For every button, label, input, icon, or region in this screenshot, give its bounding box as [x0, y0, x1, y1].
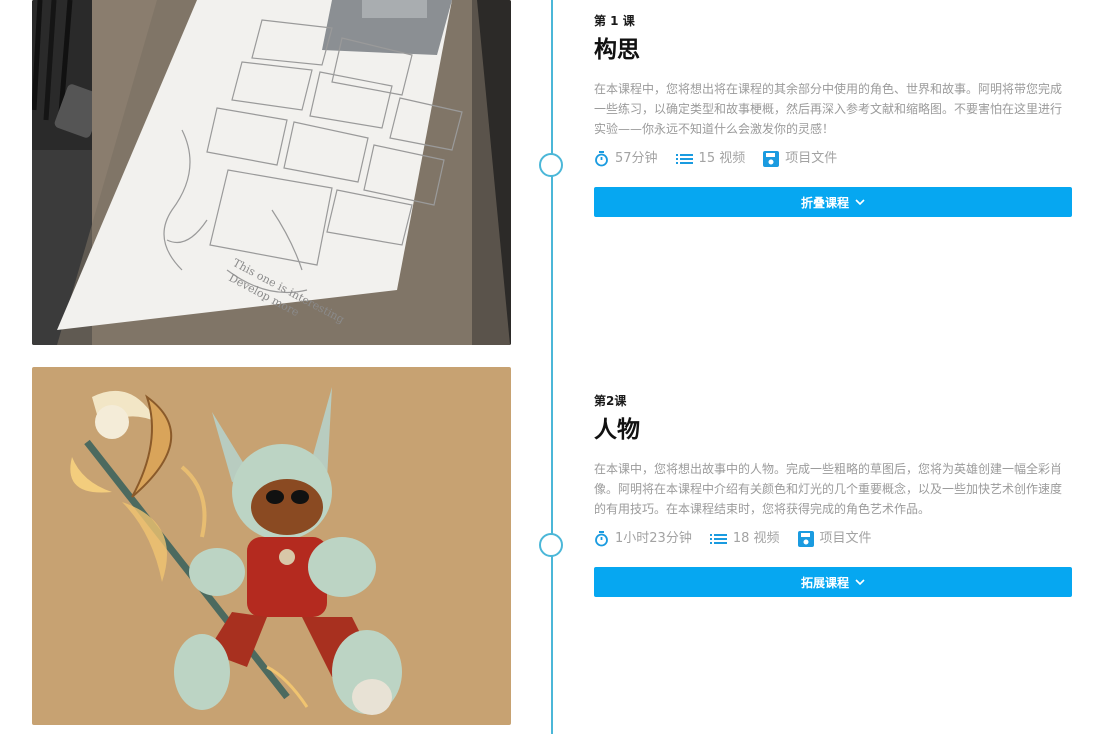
save-icon — [797, 531, 814, 547]
list-icon — [709, 534, 727, 544]
lesson-1: 第 1 课 构思 在本课程中，您将想出将在课程的其余部分中使用的角色、世界和故事… — [594, 13, 1072, 217]
videos-meta: 15 视频 — [675, 149, 746, 169]
duration-meta: 57分钟 — [594, 149, 658, 169]
save-icon — [763, 151, 780, 167]
button-label: 拓展课程 — [800, 575, 849, 590]
duration-meta: 1小时23分钟 — [594, 529, 692, 549]
collapse-lesson-button[interactable]: 折叠课程 — [594, 187, 1072, 217]
lesson-description: 在本课程中，您将想出将在课程的其余部分中使用的角色、世界和故事。阿明将带您完成一… — [594, 82, 1063, 136]
lesson-meta: 57分钟 15 视频 项目文件 — [594, 149, 1072, 169]
chevron-down-icon — [855, 579, 865, 585]
button-label: 折叠课程 — [800, 195, 849, 210]
storyboard-sketch-image: This one is interesting Develop more — [32, 0, 511, 345]
files-meta[interactable]: 项目文件 — [763, 149, 837, 169]
lesson-2-thumbnail[interactable] — [32, 367, 511, 725]
videos-text: 15 视频 — [698, 151, 746, 166]
timeline-line — [551, 0, 553, 734]
lesson-title: 构思 — [594, 37, 640, 63]
lesson-title: 人物 — [594, 417, 640, 443]
timeline-node-lesson-2 — [539, 533, 563, 557]
duration-text: 1小时23分钟 — [615, 531, 692, 546]
videos-meta: 18 视频 — [709, 529, 780, 549]
lesson-2: 第2课 人物 在本课中，您将想出故事中的人物。完成一些粗略的草图后，您将为英雄创… — [594, 393, 1072, 597]
timeline-node-lesson-1 — [539, 153, 563, 177]
lesson-1-thumbnail[interactable]: This one is interesting Develop more — [32, 0, 511, 345]
robot-character-image — [32, 367, 511, 725]
stopwatch-icon — [595, 531, 608, 547]
files-text: 项目文件 — [785, 151, 838, 166]
expand-lesson-button[interactable]: 拓展课程 — [594, 567, 1072, 597]
lesson-description: 在本课中，您将想出故事中的人物。完成一些粗略的草图后，您将为英雄创建一幅全彩肖像… — [594, 462, 1063, 516]
files-meta[interactable]: 项目文件 — [797, 529, 872, 549]
duration-text: 57分钟 — [615, 151, 658, 166]
lesson-meta: 1小时23分钟 18 视频 项目文件 — [594, 529, 1072, 549]
lesson-number: 第2课 — [594, 394, 627, 408]
lesson-number: 第 1 课 — [594, 14, 635, 28]
stopwatch-icon — [595, 151, 608, 167]
list-icon — [675, 154, 693, 164]
chevron-down-icon — [855, 199, 865, 205]
files-text: 项目文件 — [819, 531, 872, 546]
videos-text: 18 视频 — [732, 531, 780, 546]
